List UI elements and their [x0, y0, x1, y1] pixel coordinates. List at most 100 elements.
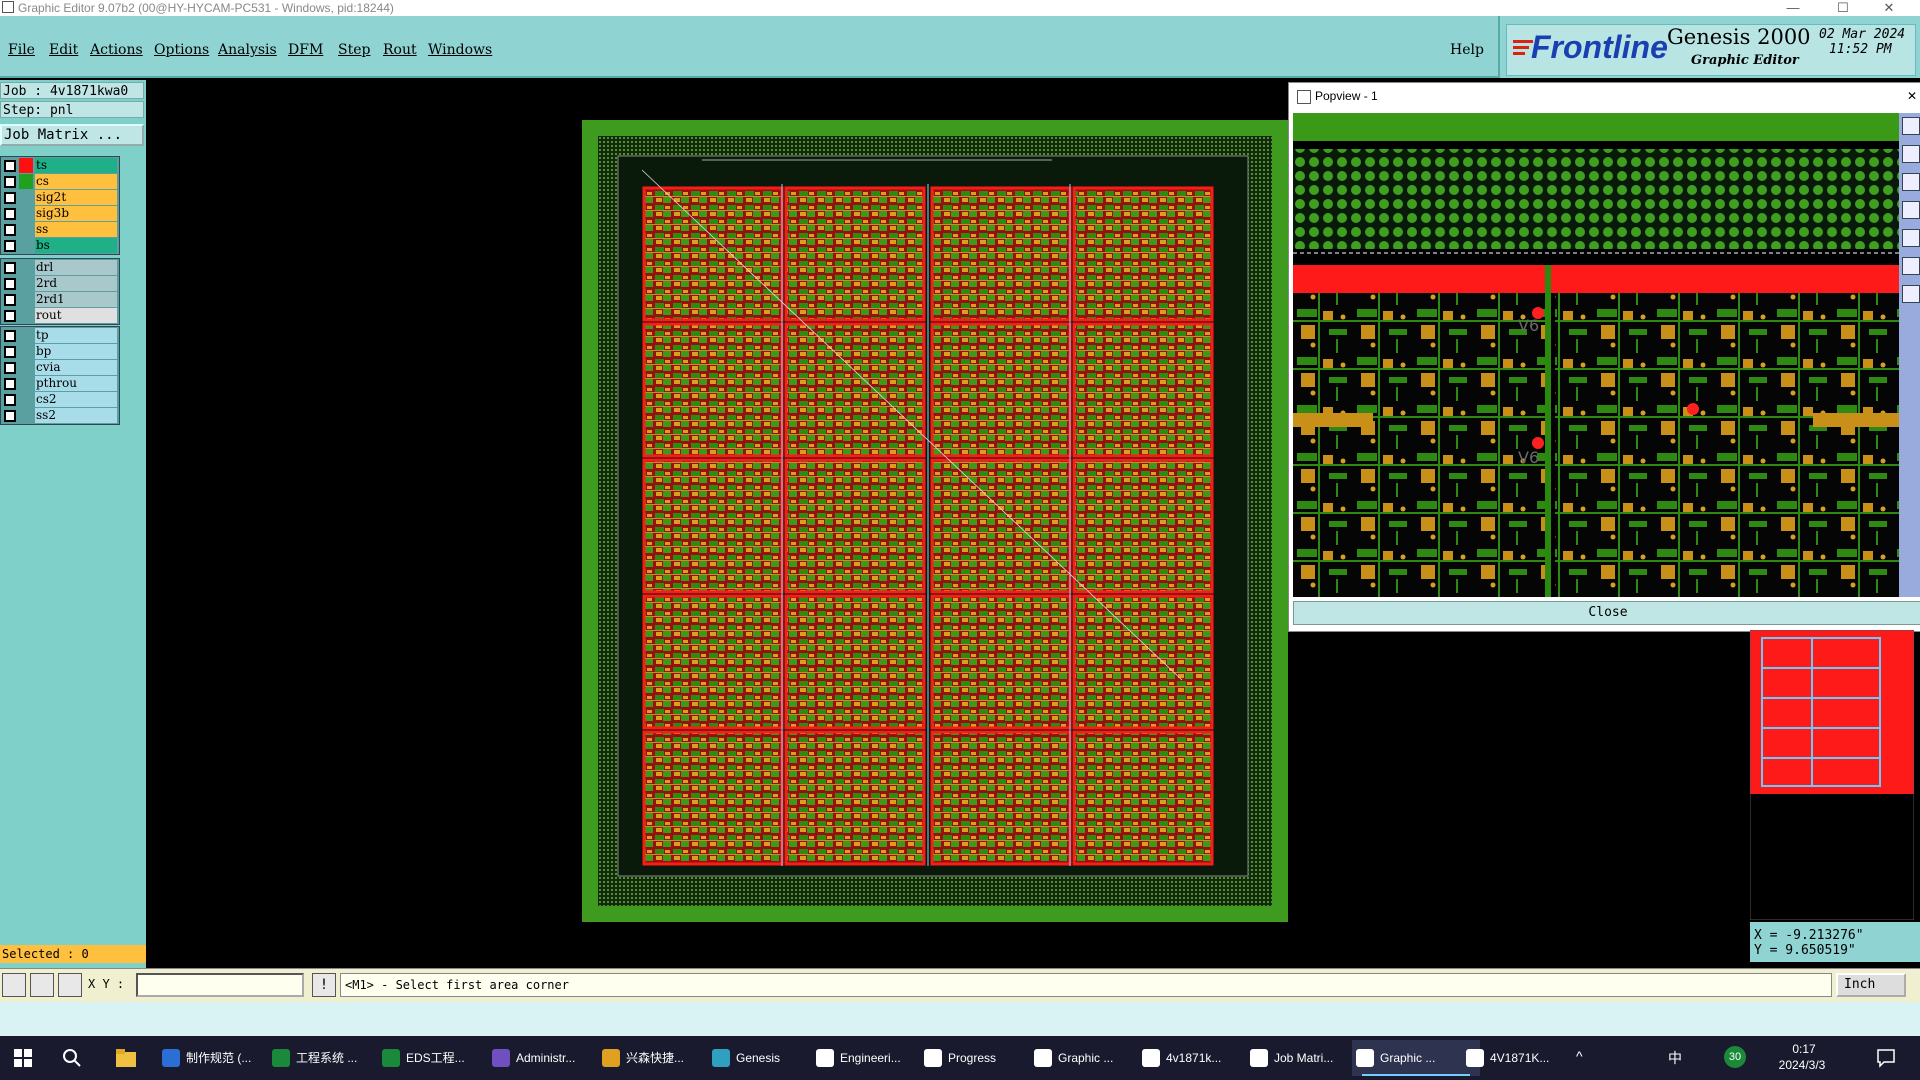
menu-help[interactable]: Help	[1450, 42, 1484, 58]
layer-row-cs[interactable]: cs	[1, 174, 119, 189]
minimize-button[interactable]: —	[1770, 0, 1816, 16]
layer-row-pthrou[interactable]: pthrou	[1, 376, 119, 391]
overview-map[interactable]	[1750, 630, 1914, 920]
layer-row-ss2[interactable]: ss2	[1, 408, 119, 423]
layer-color-swatch[interactable]	[19, 360, 33, 375]
popview-close-button[interactable]: Close	[1293, 601, 1920, 625]
layer-checkbox[interactable]	[4, 310, 16, 322]
clock-date[interactable]: 2024/3/3	[1762, 1058, 1842, 1072]
layer-color-swatch[interactable]	[19, 392, 33, 407]
layer-row-bs[interactable]: bs	[1, 238, 119, 253]
menu-step[interactable]: Step	[338, 42, 370, 58]
menu-windows[interactable]: Windows	[428, 42, 492, 58]
taskbar-item[interactable]: 工程系统 ...	[268, 1040, 396, 1076]
search-icon[interactable]	[62, 1048, 82, 1068]
layer-checkbox[interactable]	[4, 160, 16, 172]
popview-tool-3-icon[interactable]	[1902, 173, 1920, 191]
layer-checkbox[interactable]	[4, 278, 16, 290]
popview-tool-6-icon[interactable]	[1902, 257, 1920, 275]
layer-row-ss[interactable]: ss	[1, 222, 119, 237]
layer-color-swatch[interactable]	[19, 376, 33, 391]
layer-color-swatch[interactable]	[19, 344, 33, 359]
layer-checkbox[interactable]	[4, 192, 16, 204]
xy-input[interactable]	[136, 973, 304, 997]
layer-checkbox[interactable]	[4, 330, 16, 342]
layer-name[interactable]: 2rd	[35, 276, 117, 291]
layer-checkbox[interactable]	[4, 240, 16, 252]
units-selector[interactable]: Inch	[1836, 973, 1906, 997]
maximize-button[interactable]: ☐	[1820, 0, 1866, 16]
panel-canvas[interactable]	[582, 120, 1288, 922]
layer-row-sig2t[interactable]: sig2t	[1, 190, 119, 205]
taskbar-item[interactable]: Progress	[920, 1040, 1048, 1076]
layer-name[interactable]: ss2	[35, 408, 117, 423]
layer-color-swatch[interactable]	[19, 308, 33, 323]
layer-checkbox[interactable]	[4, 410, 16, 422]
layer-color-swatch[interactable]	[19, 174, 33, 189]
layer-row-2rd[interactable]: 2rd	[1, 276, 119, 291]
popview-window[interactable]: Popview - 1 ✕ V6 V6 Close	[1288, 82, 1920, 632]
layer-name[interactable]: tp	[35, 328, 117, 343]
layer-name[interactable]: sig3b	[35, 206, 117, 221]
layer-name[interactable]: drl	[35, 260, 117, 275]
layer-name[interactable]: pthrou	[35, 376, 117, 391]
taskbar-item[interactable]: Graphic ...	[1352, 1040, 1480, 1076]
taskbar-item[interactable]: EDS工程...	[378, 1040, 506, 1076]
layer-row-bp[interactable]: bp	[1, 344, 119, 359]
notification-icon[interactable]	[1876, 1048, 1896, 1068]
layer-color-swatch[interactable]	[19, 260, 33, 275]
menu-analysis[interactable]: Analysis	[218, 42, 277, 58]
layer-name[interactable]: cs2	[35, 392, 117, 407]
layer-row-cs2[interactable]: cs2	[1, 392, 119, 407]
snap-mode-icon[interactable]	[2, 973, 26, 997]
layer-name[interactable]: bp	[35, 344, 117, 359]
layer-checkbox[interactable]	[4, 294, 16, 306]
layer-row-sig3b[interactable]: sig3b	[1, 206, 119, 221]
taskbar-item[interactable]: 4V1871K...	[1462, 1040, 1590, 1076]
menu-options[interactable]: Options	[154, 42, 209, 58]
taskbar-item[interactable]: 兴森快捷...	[598, 1040, 726, 1076]
ime-icon[interactable]: 中	[1668, 1048, 1682, 1068]
taskbar-item[interactable]: 制作规范 (...	[158, 1040, 286, 1076]
grid-icon[interactable]	[58, 973, 82, 997]
menu-edit[interactable]: Edit	[49, 42, 78, 58]
popview-tool-1-icon[interactable]	[1902, 117, 1920, 135]
layer-color-swatch[interactable]	[19, 408, 33, 423]
layer-checkbox[interactable]	[4, 362, 16, 374]
menu-file[interactable]: File	[8, 42, 35, 58]
popview-tool-2-icon[interactable]	[1902, 145, 1920, 163]
close-window-button[interactable]: ✕	[1866, 0, 1912, 16]
info-button[interactable]: !	[312, 973, 336, 997]
layer-name[interactable]: cvia	[35, 360, 117, 375]
layer-color-swatch[interactable]	[19, 206, 33, 221]
layer-name[interactable]: ts	[35, 158, 117, 173]
layer-name[interactable]: cs	[35, 174, 117, 189]
layer-row-tp[interactable]: tp	[1, 328, 119, 343]
layer-name[interactable]: 2rd1	[35, 292, 117, 307]
layer-row-2rd1[interactable]: 2rd1	[1, 292, 119, 307]
menu-actions[interactable]: Actions	[90, 42, 143, 58]
windows-start-icon[interactable]	[14, 1049, 32, 1067]
tray-arrow-icon[interactable]: ^	[1576, 1048, 1583, 1064]
popview-tool-7-icon[interactable]	[1902, 285, 1920, 303]
popview-tool-4-icon[interactable]	[1902, 201, 1920, 219]
layer-color-swatch[interactable]	[19, 328, 33, 343]
layer-name[interactable]: bs	[35, 238, 117, 253]
layer-checkbox[interactable]	[4, 394, 16, 406]
layer-checkbox[interactable]	[4, 346, 16, 358]
taskbar-item[interactable]: Administr...	[488, 1040, 616, 1076]
menu-rout[interactable]: Rout	[383, 42, 417, 58]
measure-icon[interactable]	[30, 973, 54, 997]
clock-time[interactable]: 0:17	[1774, 1042, 1834, 1056]
popview-tool-5-icon[interactable]	[1902, 229, 1920, 247]
layer-name[interactable]: sig2t	[35, 190, 117, 205]
layer-checkbox[interactable]	[4, 208, 16, 220]
layer-row-ts[interactable]: ts	[1, 158, 119, 173]
layer-checkbox[interactable]	[4, 378, 16, 390]
file-explorer-icon[interactable]	[116, 1049, 136, 1067]
job-matrix-button[interactable]: Job Matrix ...	[0, 124, 144, 146]
layer-checkbox[interactable]	[4, 224, 16, 236]
tray-badge[interactable]: 30	[1724, 1046, 1746, 1068]
layer-color-swatch[interactable]	[19, 238, 33, 253]
layer-row-cvia[interactable]: cvia	[1, 360, 119, 375]
